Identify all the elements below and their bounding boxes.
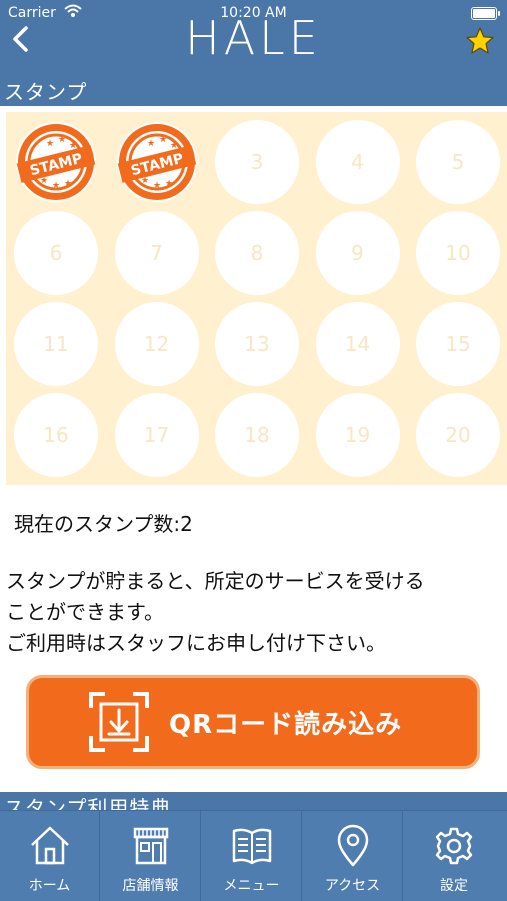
stamp-slot: 13 <box>215 302 299 386</box>
stamp-collected: ★ ★ ★ ★ ★ ★ STAMP <box>14 120 98 204</box>
qr-scan-icon <box>89 692 149 752</box>
stamp-count: 現在のスタンプ数:2 <box>14 512 193 536</box>
tab-menu[interactable]: メニュー <box>202 811 302 901</box>
qr-scan-label: QRコード読み込み <box>169 710 403 740</box>
star-icon <box>466 27 494 54</box>
stamp-slot: 15 <box>416 302 500 386</box>
stamp-slot: 6 <box>14 211 98 295</box>
tab-label: メニュー <box>223 878 280 894</box>
svg-text:★: ★ <box>153 181 161 191</box>
svg-text:★: ★ <box>165 179 173 189</box>
section-title-stamp: スタンプ <box>4 80 88 104</box>
stamp-slot: 5 <box>416 120 500 204</box>
top-bar: Carrier 10:20 AM HALE スタンプ <box>0 0 507 106</box>
tab-label: アクセス <box>324 878 381 894</box>
stamp-slot: 9 <box>315 211 400 295</box>
svg-text:★: ★ <box>46 139 54 149</box>
store-icon <box>133 827 169 865</box>
stamp-slot: 17 <box>114 393 199 477</box>
stamp-slot: 8 <box>215 211 299 295</box>
tab-home[interactable]: ホーム <box>0 811 100 901</box>
section-title-benefits: スタンプ利用特典 <box>4 796 172 812</box>
stamp-slot: 3 <box>215 120 299 204</box>
tab-label: 店舗情報 <box>122 878 179 894</box>
stamp-slot: 16 <box>14 393 98 477</box>
gear-icon <box>435 827 473 865</box>
section-title-benefits-bar: スタンプ利用特典 <box>0 792 507 812</box>
location-pin-icon <box>337 824 369 867</box>
stamp-slot: 12 <box>114 302 199 386</box>
tab-label: 設定 <box>440 878 468 894</box>
stamp-description: スタンプが貯まると、所定のサービスを受ける ことができます。 ご利用時はスタッフ… <box>6 566 501 659</box>
svg-text:★: ★ <box>52 181 60 191</box>
stamp-slot: 4 <box>315 120 400 204</box>
description-line: スタンプが貯まると、所定のサービスを受ける <box>6 569 425 593</box>
favorite-button[interactable] <box>465 26 495 56</box>
stamp-slot: 14 <box>315 302 400 386</box>
stamp-slot: 19 <box>315 393 400 477</box>
stamp-badge-icon: ★ ★★★ ★ ★STAMP <box>16 122 96 202</box>
qr-scan-button[interactable]: QRコード読み込み <box>26 675 480 769</box>
stamp-slot: 18 <box>215 393 299 477</box>
svg-text:★: ★ <box>159 135 167 145</box>
home-icon <box>31 826 69 865</box>
stamp-badge-icon: ★ ★★★ ★ ★STAMP <box>116 122 197 202</box>
menu-book-icon <box>232 828 272 865</box>
tab-settings[interactable]: 設定 <box>404 811 504 901</box>
stamp-slot: 10 <box>416 211 500 295</box>
stamp-slot: 11 <box>14 302 98 386</box>
tab-label: ホーム <box>28 878 71 894</box>
stamp-grid: ★ ★ ★ ★ ★ ★ STAMP ★ ★ ★ ★ ★ ★ STAMP 3 4 5 6 7 8 9 10 11 12 13 14 1… <box>6 112 507 485</box>
tab-bar: ホーム 店舗情報 メニュー アクセス 設定 <box>0 810 507 901</box>
stamp-slot: 20 <box>416 393 500 477</box>
svg-text:★: ★ <box>64 179 72 189</box>
svg-text:★: ★ <box>58 135 66 145</box>
description-line: ご利用時はスタッフにお申し付け下さい。 <box>6 631 386 655</box>
stamp-collected: ★ ★ ★ ★ ★ ★ STAMP <box>115 120 199 204</box>
tab-access[interactable]: アクセス <box>303 811 403 901</box>
tab-store-info[interactable]: 店舗情報 <box>101 811 201 901</box>
app-logo: HALE <box>185 11 322 65</box>
description-line: ことができます。 <box>6 600 164 624</box>
svg-text:★: ★ <box>147 139 155 149</box>
stamp-slot: 7 <box>114 211 199 295</box>
